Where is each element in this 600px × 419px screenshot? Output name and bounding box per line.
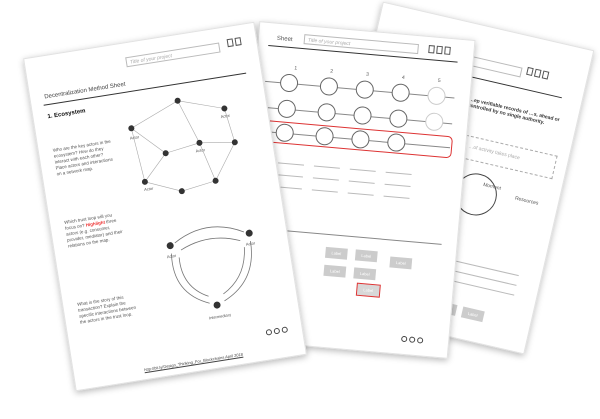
view-icons xyxy=(526,66,550,80)
circle xyxy=(355,79,375,100)
network-map xyxy=(128,97,238,195)
question-2: Which trust loop will you focus on? High… xyxy=(63,212,124,249)
line xyxy=(278,162,305,166)
line xyxy=(311,189,338,193)
question-3: What is the story of this transaction? E… xyxy=(76,294,137,325)
circle xyxy=(426,86,447,106)
column-number: 5 xyxy=(437,77,441,85)
sheet-heading: Sheet xyxy=(276,35,293,44)
license-icons xyxy=(265,326,289,336)
title-field[interactable]: Title of your project xyxy=(125,42,221,68)
footer-link[interactable]: http://bit.ly/Design_Thinking_For_Blockc… xyxy=(144,352,244,374)
label-button[interactable]: Label xyxy=(324,246,348,260)
column-number: 1 xyxy=(294,65,298,72)
headline-text: …ep verifiable records of …s, ahead or c… xyxy=(467,96,561,126)
circle xyxy=(316,102,337,123)
line xyxy=(348,180,375,184)
circle xyxy=(388,108,409,129)
circle xyxy=(390,82,411,103)
circle xyxy=(424,112,445,132)
line xyxy=(349,168,376,172)
label-button[interactable]: Label xyxy=(389,256,413,270)
line xyxy=(385,171,412,176)
label-button[interactable]: Label xyxy=(353,267,377,281)
label-button-selected[interactable]: Label xyxy=(355,282,381,298)
line xyxy=(347,192,374,196)
circle xyxy=(277,99,297,119)
line xyxy=(384,183,411,187)
line xyxy=(445,258,519,277)
label-button[interactable]: Label xyxy=(354,249,378,263)
trust-loop xyxy=(166,226,253,309)
view-icons xyxy=(428,45,451,55)
question-1: Who are the key actors in the ecosystem?… xyxy=(52,138,114,177)
column-number: 4 xyxy=(401,74,405,82)
line xyxy=(276,174,303,178)
label-button[interactable]: Label xyxy=(460,306,485,323)
license-icons xyxy=(400,335,424,344)
circle xyxy=(279,73,299,93)
column-number: 2 xyxy=(329,68,334,75)
line xyxy=(313,165,340,169)
circle xyxy=(319,76,339,97)
line xyxy=(312,177,339,181)
resources-label: Resources xyxy=(514,195,539,207)
section-title: 1. Ecosystem xyxy=(47,108,86,121)
view-icons xyxy=(226,37,242,48)
label-button[interactable]: Label xyxy=(323,264,347,278)
line xyxy=(383,195,410,199)
title-field[interactable]: Title of your project xyxy=(303,34,419,55)
column-number: 3 xyxy=(365,71,370,78)
dashed-text: …of activity takes place xyxy=(467,143,521,162)
circle xyxy=(352,105,373,126)
